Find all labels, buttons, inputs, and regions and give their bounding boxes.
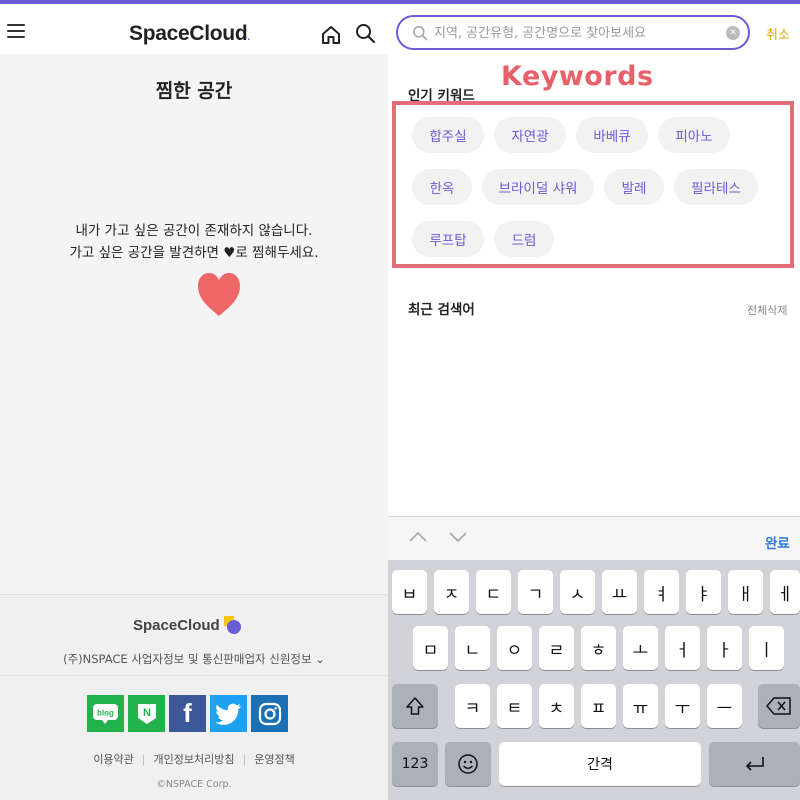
korean-keyboard: ㅂ ㅈ ㄷ ㄱ ㅅ ㅛ ㅕ ㅑ ㅐ ㅔ ㅁ ㄴ ㅇ ㄹ ㅎ ㅗ ㅓ ㅏ ㅣ ㅋ … [388, 560, 800, 800]
chevron-down-icon[interactable] [448, 529, 468, 545]
top-accent-strip [388, 0, 800, 4]
company-info-toggle[interactable]: (주)NSPACE 사업자정보 및 통신판매업자 신원정보 ⌄ [0, 651, 388, 667]
brand-logo-text: SpaceCloud [129, 22, 248, 45]
search-bar[interactable]: ✕ [396, 15, 750, 50]
key[interactable]: ㅡ [707, 684, 742, 728]
backspace-icon [766, 697, 791, 715]
backspace-key[interactable] [758, 684, 800, 728]
keyword-chip[interactable]: 발레 [604, 169, 664, 205]
key[interactable]: ㅐ [728, 570, 763, 614]
chevron-down-icon: ⌄ [315, 652, 325, 666]
key[interactable]: ㅁ [413, 626, 448, 670]
footer-links: 이용약관 | 개인정보처리방침 | 운영정책 [93, 753, 295, 766]
keyword-chip[interactable]: 자연광 [494, 117, 566, 153]
empty-line-1: 내가 가고 싶은 공간이 존재하지 않습니다. [75, 223, 313, 239]
key[interactable]: ㅣ [749, 626, 784, 670]
recent-searches-title: 최근 검색어 [408, 302, 475, 318]
blog-icon[interactable]: blog [87, 695, 124, 732]
clear-icon[interactable]: ✕ [726, 26, 740, 40]
key[interactable]: ㅠ [623, 684, 658, 728]
policy-link[interactable]: 운영정책 [254, 753, 294, 766]
search-icon[interactable] [354, 22, 376, 44]
twitter-icon[interactable] [210, 695, 247, 732]
wishlist-screen: SpaceCloud. 찜한 공간 내가 가고 싶은 공간이 존재하지 않습니다… [0, 0, 388, 800]
svg-text:blog: blog [97, 708, 114, 717]
privacy-link[interactable]: 개인정보처리방침 [154, 753, 235, 766]
shift-icon [406, 697, 424, 715]
search-screen: ✕ 취소 Keywords 인기 키워드 합주실 자연광 바베큐 피아노 한옥 … [388, 0, 800, 800]
home-icon[interactable] [320, 24, 342, 46]
search-icon [413, 26, 428, 41]
keyboard-done-button[interactable]: 완료 [765, 532, 790, 552]
key[interactable]: ㅕ [644, 570, 679, 614]
keyword-chip[interactable]: 합주실 [412, 117, 484, 153]
key[interactable]: ㅂ [392, 570, 427, 614]
naver-post-icon[interactable]: N [128, 695, 165, 732]
search-input[interactable] [434, 23, 714, 43]
copyright: ©NSPACE Corp. [156, 779, 232, 790]
footer-brand-logo: SpaceCloud [133, 617, 220, 634]
key[interactable]: ㅜ [665, 684, 700, 728]
top-bar: SpaceCloud. [0, 0, 388, 54]
keyboard-toolbar: 완료 [388, 516, 800, 560]
key[interactable]: ㅑ [686, 570, 721, 614]
svg-text:N: N [143, 707, 151, 719]
social-links: blog N f [87, 695, 288, 732]
heart-icon [198, 273, 240, 316]
brand-logo[interactable]: SpaceCloud. [129, 22, 250, 46]
key[interactable]: ㅇ [497, 626, 532, 670]
key[interactable]: ㅈ [434, 570, 469, 614]
keyword-chip[interactable]: 필라테스 [674, 169, 758, 205]
return-key[interactable] [709, 742, 800, 786]
keyword-chip[interactable]: 바베큐 [576, 117, 648, 153]
emoji-key[interactable] [445, 742, 491, 786]
brand-mark-icon [224, 616, 241, 634]
key[interactable]: ㅊ [539, 684, 574, 728]
key[interactable]: ㄷ [476, 570, 511, 614]
key[interactable]: ㅔ [770, 570, 800, 614]
page-title: 찜한 공간 [155, 80, 233, 102]
key[interactable]: ㅓ [665, 626, 700, 670]
key[interactable]: ㅗ [623, 626, 658, 670]
key[interactable]: ㅋ [455, 684, 490, 728]
key[interactable]: ㄹ [539, 626, 574, 670]
chevron-up-icon[interactable] [408, 529, 428, 545]
facebook-icon[interactable]: f [169, 695, 206, 732]
clear-all-button[interactable]: 전체삭제 [747, 302, 787, 318]
key[interactable]: ㅏ [707, 626, 742, 670]
divider [0, 675, 388, 676]
footer: SpaceCloud (주)NSPACE 사업자정보 및 통신판매업자 신원정보… [0, 594, 388, 800]
keyword-chip[interactable]: 드럼 [494, 221, 554, 257]
keyword-chip[interactable]: 피아노 [658, 117, 730, 153]
numbers-key[interactable]: 123 [392, 742, 438, 786]
key[interactable]: ㅅ [560, 570, 595, 614]
cancel-button[interactable]: 취소 [766, 24, 790, 43]
empty-state-message: 내가 가고 싶은 공간이 존재하지 않습니다. 가고 싶은 공간을 발견하면 ♥… [0, 220, 388, 264]
keyword-chip[interactable]: 브라이덜 샤워 [482, 169, 594, 205]
empty-line-2: 가고 싶은 공간을 발견하면 ♥로 찜해두세요. [69, 245, 319, 261]
inline-heart-icon: ♥ [223, 245, 236, 261]
emoji-icon [458, 754, 478, 774]
space-key[interactable]: 간격 [499, 742, 701, 786]
key[interactable]: ㅛ [602, 570, 637, 614]
keywords-annotation: Keywords [501, 61, 654, 92]
keyword-chip[interactable]: 루프탑 [412, 221, 484, 257]
terms-link[interactable]: 이용약관 [93, 753, 133, 766]
keyword-chip[interactable]: 한옥 [412, 169, 472, 205]
instagram-icon[interactable] [251, 695, 288, 732]
return-icon [745, 757, 764, 771]
shift-key[interactable] [392, 684, 438, 728]
key[interactable]: ㅍ [581, 684, 616, 728]
key[interactable]: ㅌ [497, 684, 532, 728]
key[interactable]: ㄴ [455, 626, 490, 670]
menu-icon[interactable] [7, 24, 25, 38]
key[interactable]: ㄱ [518, 570, 553, 614]
key[interactable]: ㅎ [581, 626, 616, 670]
